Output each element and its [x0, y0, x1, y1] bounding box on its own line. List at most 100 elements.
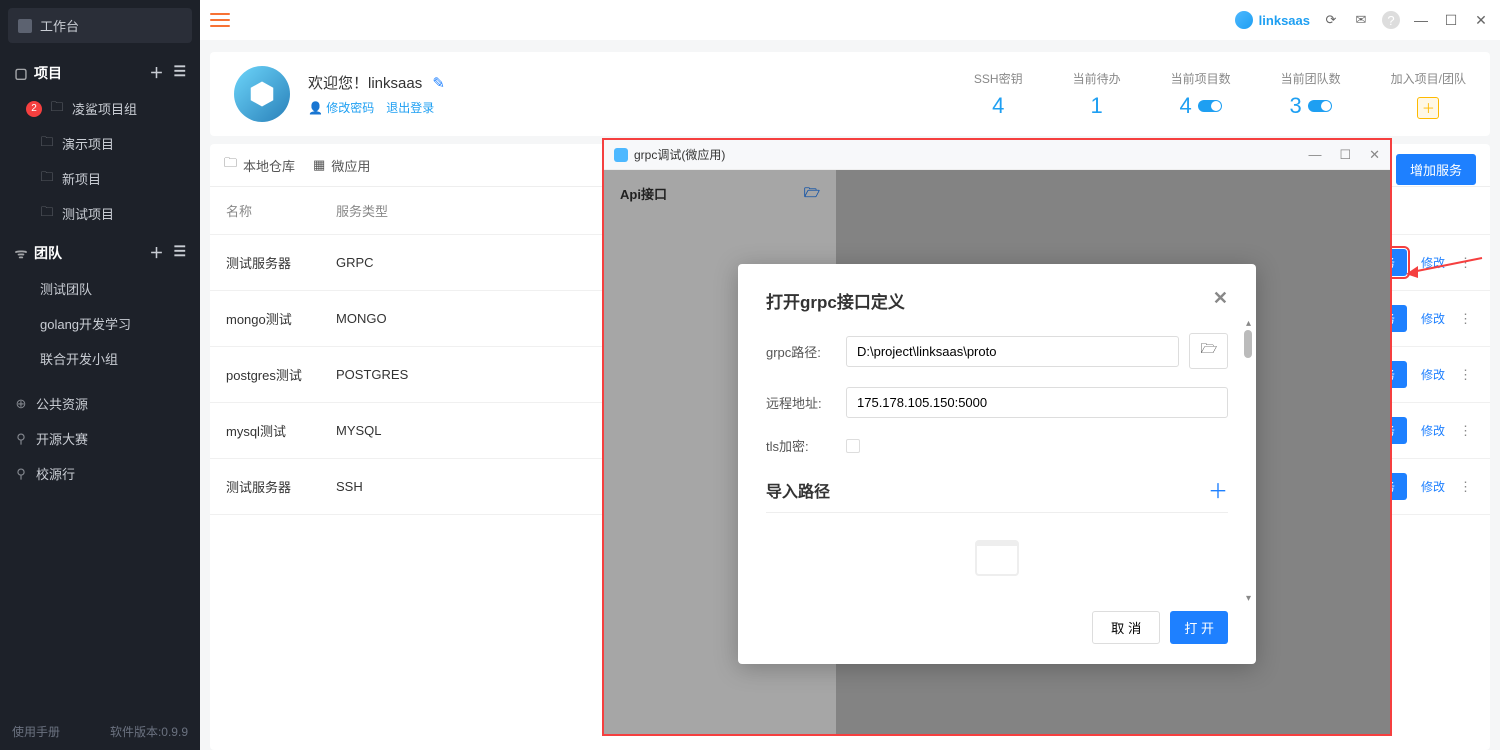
- hamburger-icon[interactable]: [210, 13, 230, 27]
- change-password-link[interactable]: 👤 修改密码: [308, 99, 374, 116]
- grpc-open-modal: 打开grpc接口定义 ✕ grpc路径: 🗁 远程地址: tls加密: 导入路径…: [738, 264, 1256, 664]
- more-icon[interactable]: ⋮: [1459, 255, 1474, 271]
- sidebar-item-public[interactable]: ⊕ 公共资源: [0, 386, 200, 421]
- remote-address-input[interactable]: [846, 387, 1228, 418]
- stat-teams[interactable]: 当前团队数3: [1281, 70, 1341, 119]
- add-import-path-icon[interactable]: ＋: [1208, 475, 1228, 504]
- cell-name: 测试服务器: [226, 253, 336, 272]
- sidebar-item-label: 测试项目: [62, 204, 114, 223]
- cell-type: SSH: [336, 479, 446, 494]
- grpc-path-input[interactable]: [846, 336, 1179, 367]
- empty-state: [766, 513, 1228, 603]
- edit-link[interactable]: 修改: [1421, 478, 1445, 495]
- subwin-logo-icon: [614, 148, 628, 162]
- main: linksaas ⟳ ✉ ? — ☐ ✕ 欢迎您！linksaas ✎ 👤 修改…: [200, 0, 1500, 750]
- list-teams-icon[interactable]: ☰: [173, 243, 186, 263]
- add-project-icon[interactable]: ＋: [149, 63, 163, 83]
- sidebar-footer: 使用手册 软件版本:0.9.9: [0, 713, 200, 750]
- stat-ssh[interactable]: SSH密钥4: [974, 70, 1023, 119]
- grid-icon: ▦: [313, 157, 325, 173]
- stat-label: 当前项目数: [1171, 70, 1231, 87]
- toggle-icon[interactable]: [1198, 100, 1222, 112]
- mail-icon[interactable]: ✉: [1352, 11, 1370, 29]
- stat-projects[interactable]: 当前项目数 4: [1171, 70, 1231, 119]
- scrollbar-down-icon[interactable]: ▾: [1246, 593, 1251, 604]
- tab-microapp[interactable]: ▦微应用: [313, 156, 370, 175]
- inbox-icon: [975, 540, 1019, 576]
- cell-type: POSTGRES: [336, 367, 446, 382]
- sidebar-item-project[interactable]: 🗀演示项目: [0, 126, 200, 161]
- link-icon: ⚲: [14, 432, 28, 446]
- window-close-icon[interactable]: ✕: [1472, 12, 1490, 29]
- globe-icon: ⊕: [14, 397, 28, 411]
- th-type: 服务类型: [336, 201, 446, 220]
- tls-label: tls加密:: [766, 436, 836, 455]
- manual-link[interactable]: 使用手册: [12, 723, 60, 740]
- cell-name: postgres测试: [226, 365, 336, 384]
- more-icon[interactable]: ⋮: [1459, 311, 1474, 327]
- subwin-titlebar: grpc调试(微应用) — ☐ ✕: [604, 140, 1390, 170]
- more-icon[interactable]: ⋮: [1459, 367, 1474, 383]
- th-name: 名称: [226, 201, 336, 220]
- subwin-close-icon[interactable]: ✕: [1369, 147, 1380, 163]
- scrollbar-thumb[interactable]: [1244, 330, 1252, 358]
- brand-text: linksaas: [1259, 13, 1310, 28]
- cell-type: GRPC: [336, 255, 446, 270]
- brand-logo-icon: [1235, 11, 1253, 29]
- cell-type: MONGO: [336, 311, 446, 326]
- stat-label: 加入项目/团队: [1391, 70, 1466, 87]
- folder-icon: 🗀: [50, 102, 64, 116]
- sidebar-item-team[interactable]: 测试团队: [0, 271, 200, 306]
- tls-checkbox[interactable]: [846, 439, 860, 453]
- scrollbar-up-icon[interactable]: ▴: [1246, 318, 1251, 329]
- sidebar-item-team[interactable]: 联合开发小组: [0, 341, 200, 376]
- change-password-label: 修改密码: [326, 101, 374, 115]
- sidebar-item-campus[interactable]: ⚲校源行: [0, 456, 200, 491]
- cell-name: mongo测试: [226, 309, 336, 328]
- logout-link[interactable]: 退出登录: [386, 99, 434, 116]
- window-maximize-icon[interactable]: ☐: [1442, 12, 1460, 29]
- list-projects-icon[interactable]: ☰: [173, 63, 186, 83]
- cancel-button[interactable]: 取 消: [1092, 611, 1160, 644]
- toggle-icon[interactable]: [1308, 100, 1332, 112]
- stat-value: 4: [1180, 93, 1192, 119]
- add-team-icon[interactable]: ＋: [149, 243, 163, 263]
- edit-link[interactable]: 修改: [1421, 254, 1445, 271]
- join-add-button[interactable]: ＋: [1417, 97, 1439, 119]
- sidebar-item-opensource[interactable]: ⚲开源大赛: [0, 421, 200, 456]
- sidebar-item-project[interactable]: 🗀测试项目: [0, 196, 200, 231]
- subwin-maximize-icon[interactable]: ☐: [1339, 147, 1351, 163]
- import-path-head: 导入路径: [766, 478, 830, 502]
- edit-name-icon[interactable]: ✎: [432, 75, 445, 92]
- edit-link[interactable]: 修改: [1421, 422, 1445, 439]
- more-icon[interactable]: ⋮: [1459, 423, 1474, 439]
- refresh-icon[interactable]: ⟳: [1322, 11, 1340, 29]
- sidebar-item-label: 校源行: [36, 464, 75, 483]
- sidebar-item-team[interactable]: golang开发学习: [0, 306, 200, 341]
- subwin-minimize-icon[interactable]: —: [1308, 147, 1321, 163]
- section-teams: ᯤ 团队 ＋ ☰: [0, 231, 200, 271]
- stat-todo[interactable]: 当前待办1: [1073, 70, 1121, 119]
- brand: linksaas: [1235, 11, 1310, 29]
- browse-folder-button[interactable]: 🗁: [1189, 333, 1228, 369]
- sidebar-item-label: 演示项目: [62, 134, 114, 153]
- window-minimize-icon[interactable]: —: [1412, 12, 1430, 28]
- stat-value: 1: [1073, 93, 1121, 119]
- edit-link[interactable]: 修改: [1421, 366, 1445, 383]
- open-button[interactable]: 打 开: [1170, 611, 1228, 644]
- stat-join: 加入项目/团队 ＋: [1391, 70, 1466, 119]
- sidebar-item-project[interactable]: 🗀新项目: [0, 161, 200, 196]
- modal-close-icon[interactable]: ✕: [1213, 288, 1228, 313]
- sidebar-item-project[interactable]: 2🗀凌鲨项目组: [0, 91, 200, 126]
- help-icon[interactable]: ?: [1382, 11, 1400, 29]
- add-service-button[interactable]: 增加服务: [1396, 154, 1476, 185]
- remote-address-label: 远程地址:: [766, 393, 836, 412]
- sidebar: 工作台 ▢ 项目 ＋ ☰ 2🗀凌鲨项目组 🗀演示项目 🗀新项目 🗀测试项目 ᯤ …: [0, 0, 200, 750]
- sidebar-item-label: 公共资源: [36, 394, 88, 413]
- more-icon[interactable]: ⋮: [1459, 479, 1474, 495]
- workspace-button[interactable]: 工作台: [8, 8, 192, 43]
- modal-title-text: 打开grpc接口定义: [766, 288, 905, 313]
- tab-local-repo[interactable]: 🗀本地仓库: [224, 154, 295, 176]
- sidebar-item-label: 凌鲨项目组: [72, 99, 137, 118]
- edit-link[interactable]: 修改: [1421, 310, 1445, 327]
